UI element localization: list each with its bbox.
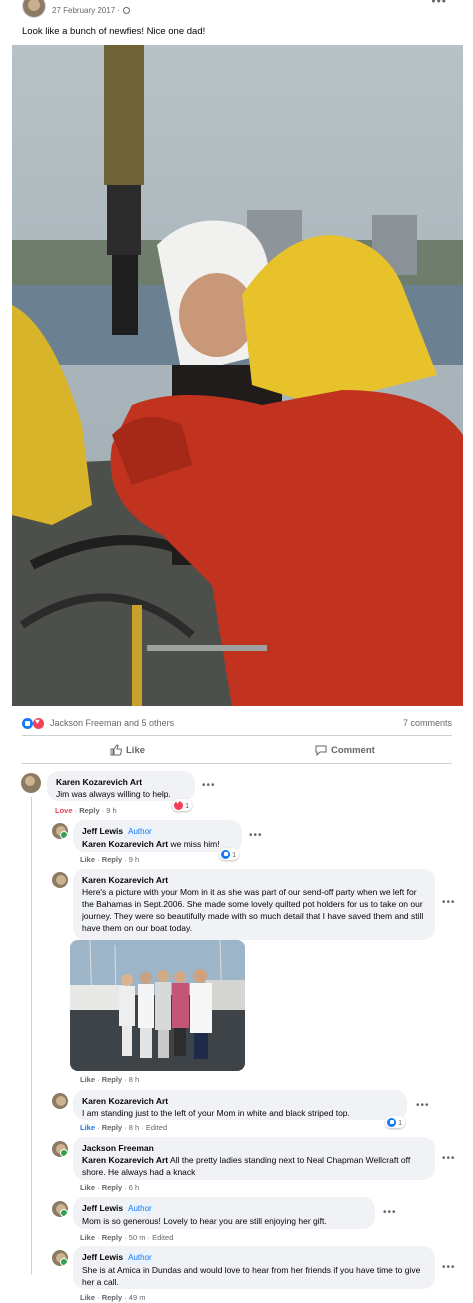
comment-author[interactable]: Karen Kozarevich Art: [56, 776, 186, 788]
comment-text: Jim was always willing to help.: [56, 789, 171, 799]
globe-icon: [123, 7, 131, 14]
comment-timestamp[interactable]: 49 m: [129, 1293, 146, 1302]
comment-author[interactable]: Jeff Lewis: [82, 1252, 123, 1262]
comment-text: She is at Amica in Dundas and would love…: [82, 1265, 421, 1287]
reply-link[interactable]: Reply: [102, 1075, 122, 1084]
author-badge: Author: [126, 1252, 154, 1264]
post-photo[interactable]: [12, 45, 463, 706]
like-link[interactable]: Like: [80, 855, 95, 864]
like-link[interactable]: Like: [80, 1123, 95, 1132]
comment-timestamp[interactable]: 8 h: [129, 1075, 139, 1084]
comment-author[interactable]: Jeff Lewis: [82, 826, 123, 836]
comment-timestamp[interactable]: 6 h: [129, 1183, 139, 1192]
comment-bubble: Jeff Lewis Author Karen Kozarevich Art we…: [73, 820, 242, 852]
comment-actions: Love · Reply · 9 h: [55, 806, 117, 815]
more-options-icon[interactable]: •••: [442, 1262, 456, 1273]
reactions-summary[interactable]: Jackson Freeman and 5 others 7 comments: [0, 712, 473, 734]
divider: [22, 735, 452, 736]
comment-author[interactable]: Jackson Freeman: [82, 1142, 426, 1154]
more-options-icon[interactable]: •••: [442, 1153, 456, 1164]
author-badge: Author: [126, 826, 154, 838]
love-reaction-link[interactable]: Love: [55, 806, 73, 815]
more-options-icon[interactable]: •••: [442, 897, 456, 908]
comment-reaction-count[interactable]: 1: [385, 1116, 406, 1128]
like-reaction-icon: [221, 849, 230, 859]
comment-author[interactable]: Karen Kozarevich Art: [82, 874, 426, 886]
avatar[interactable]: [52, 1250, 68, 1266]
comment-actions: Like · Reply · 6 h: [80, 1183, 140, 1192]
comment-reaction-count[interactable]: 1: [172, 799, 193, 811]
comment-reaction-count[interactable]: 1: [219, 848, 240, 860]
mention-link[interactable]: Karen Kozarevich Art: [82, 1155, 168, 1165]
avatar[interactable]: [52, 872, 68, 888]
comment-bubble: Jeff Lewis Author Mom is so generous! Lov…: [73, 1197, 375, 1229]
comment-timestamp[interactable]: 9 h: [129, 855, 139, 864]
like-link[interactable]: Like: [80, 1075, 95, 1084]
post-photo-image: [12, 45, 463, 706]
comment-photo[interactable]: [70, 940, 245, 1071]
like-reaction-icon: [22, 718, 33, 729]
comment-photo-image: [70, 940, 245, 1071]
comment-text: Mom is so generous! Lovely to hear you a…: [82, 1216, 327, 1226]
comment-bubble: Karen Kozarevich Art I am standing just …: [73, 1090, 407, 1120]
more-options-icon[interactable]: •••: [383, 1207, 397, 1218]
reply-link[interactable]: Reply: [102, 1183, 122, 1192]
comment-button[interactable]: Comment: [315, 744, 375, 756]
avatar[interactable]: [52, 823, 68, 839]
reply-link[interactable]: Reply: [102, 1233, 122, 1242]
like-link[interactable]: Like: [80, 1293, 95, 1302]
comment-bubble: Karen Kozarevich Art Jim was always will…: [47, 771, 195, 801]
avatar[interactable]: [52, 1141, 68, 1157]
comment-count[interactable]: 7 comments: [403, 718, 452, 728]
more-options-icon[interactable]: •••: [249, 830, 263, 841]
post-author-avatar[interactable]: [22, 0, 46, 18]
like-link[interactable]: Like: [80, 1183, 95, 1192]
comment-timestamp[interactable]: 8 h · Edited: [129, 1123, 167, 1132]
post-text: Look like a bunch of newfies! Nice one d…: [22, 26, 206, 37]
like-reaction-icon: [387, 1117, 396, 1127]
comment-bubble-icon: [315, 745, 327, 756]
divider: [22, 763, 452, 764]
mention-link[interactable]: Karen Kozarevich Art: [82, 839, 168, 849]
love-reaction-icon: [33, 717, 44, 729]
reply-link[interactable]: Reply: [79, 806, 99, 815]
comment-author[interactable]: Karen Kozarevich Art: [82, 1095, 398, 1107]
avatar[interactable]: [52, 1093, 68, 1109]
comment-bubble: Jackson Freeman Karen Kozarevich Art All…: [73, 1137, 435, 1180]
comment-author[interactable]: Jeff Lewis: [82, 1203, 123, 1213]
comment-bubble: Karen Kozarevich Art Here's a picture wi…: [73, 869, 435, 940]
comment-actions: Like · Reply · 8 h · Edited: [80, 1123, 168, 1132]
post-date[interactable]: 27 February 2017 ·: [52, 6, 131, 15]
comment-timestamp[interactable]: 50 m · Edited: [129, 1233, 174, 1242]
comment-button-label: Comment: [331, 744, 375, 756]
comment-actions: Like · Reply · 8 h: [80, 1075, 140, 1084]
comment-actions: Like · Reply · 50 m · Edited: [80, 1233, 174, 1242]
reply-link[interactable]: Reply: [102, 1123, 122, 1132]
avatar[interactable]: [21, 773, 41, 793]
avatar[interactable]: [52, 1201, 68, 1217]
comment-text: we miss him!: [168, 839, 220, 849]
like-button[interactable]: Like: [110, 744, 145, 756]
comment-bubble: Jeff Lewis Author She is at Amica in Dund…: [73, 1246, 435, 1289]
comment-text: I am standing just to the left of your M…: [82, 1108, 350, 1118]
comment-timestamp[interactable]: 9 h: [106, 806, 116, 815]
reply-link[interactable]: Reply: [102, 1293, 122, 1302]
comment-actions: Like · Reply · 49 m: [80, 1293, 146, 1302]
reply-link[interactable]: Reply: [102, 855, 122, 864]
comment-actions: Like · Reply · 9 h: [80, 855, 140, 864]
thread-line: [31, 797, 32, 1275]
love-reaction-icon: [174, 799, 183, 810]
more-options-icon[interactable]: •••: [202, 780, 216, 791]
like-button-label: Like: [126, 744, 146, 756]
post-header: 27 February 2017 · •••: [0, 0, 473, 20]
more-options-icon[interactable]: •••: [416, 1100, 430, 1111]
thumbs-up-icon: [110, 744, 122, 756]
comment-text: Here's a picture with your Mom in it as …: [82, 887, 424, 933]
like-link[interactable]: Like: [80, 1233, 95, 1242]
reactors-text[interactable]: Jackson Freeman and 5 others: [50, 718, 174, 728]
more-options-icon[interactable]: •••: [431, 0, 447, 8]
author-badge: Author: [126, 1203, 154, 1215]
